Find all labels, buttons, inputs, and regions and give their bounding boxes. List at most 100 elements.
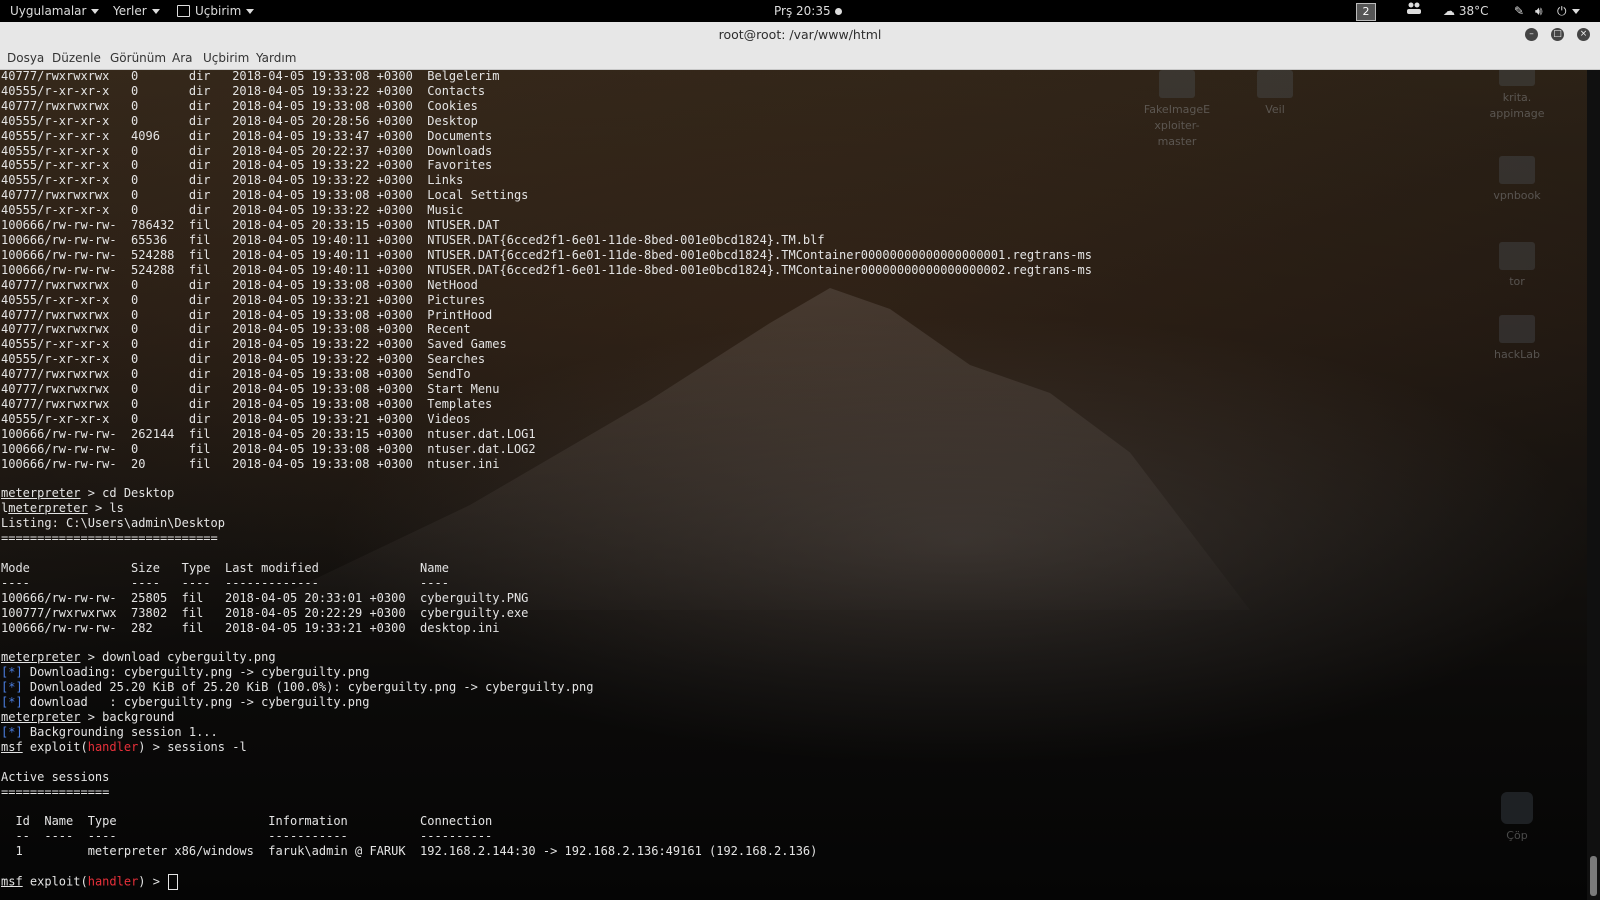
- prompt-text: exploit(: [22, 874, 88, 889]
- scrollbar-thumb[interactable]: [1590, 856, 1597, 896]
- power-icon[interactable]: ⏻: [1557, 0, 1580, 22]
- desktop-icon-label: appimage: [1489, 107, 1545, 120]
- listing-row: 40555/r-xr-xr-x 0 dir 2018-04-05 19:33:2…: [1, 411, 471, 426]
- listing-row: 40555/r-xr-xr-x 4096 dir 2018-04-05 19:3…: [1, 128, 493, 143]
- desktop-icon-label: master: [1157, 135, 1197, 148]
- close-button[interactable]: ×: [1577, 28, 1590, 41]
- listing-row: 40555/r-xr-xr-x 0 dir 2018-04-05 19:33:2…: [1, 337, 507, 352]
- status-text: download : cyberguilty.png -> cyberguilt…: [22, 695, 370, 710]
- status-text: Downloaded 25.20 KiB of 25.20 KiB (100.0…: [22, 680, 594, 695]
- listing-row: 40777/rwxrwxrwx 0 dir 2018-04-05 19:33:0…: [1, 307, 493, 322]
- status-text: Downloading: cyberguilty.png -> cybergui…: [22, 665, 370, 680]
- window-titlebar[interactable]: root@root: /var/www/html – □ ×: [0, 22, 1600, 48]
- desktop-icon-vpnbook[interactable]: vpnbook: [1462, 156, 1572, 204]
- listing-row: 40555/r-xr-xr-x 0 dir 2018-04-05 20:28:5…: [1, 113, 478, 128]
- listing-row: 40777/rwxrwxrwx 0 dir 2018-04-05 19:33:0…: [1, 396, 493, 411]
- table-header: Mode Size Type Last modified Name: [1, 560, 449, 575]
- status-star: [*]: [1, 665, 23, 680]
- module-name: handler: [87, 739, 139, 754]
- session-row: 1 meterpreter x86/windows faruk\admin @ …: [1, 844, 818, 859]
- listing-row: 40777/rwxrwxrwx 0 dir 2018-04-05 19:33:0…: [1, 70, 500, 83]
- places-label: Yerler: [113, 4, 147, 18]
- desktop-icon-label: xploiter-: [1154, 119, 1200, 132]
- applications-menu[interactable]: Uygulamalar: [10, 0, 100, 22]
- listing-row: 40555/r-xr-xr-x 0 dir 2018-04-05 19:33:2…: [1, 173, 464, 188]
- workspace-indicator[interactable]: 2: [1356, 0, 1376, 22]
- menu-terminal[interactable]: Uçbirim: [203, 51, 249, 65]
- table-row: 100666/rw-rw-rw- 25805 fil 2018-04-05 20…: [1, 590, 529, 605]
- desktop-icon-krita[interactable]: krita. appimage: [1462, 70, 1572, 122]
- desktop-icon-label: Veil: [1265, 103, 1285, 116]
- meterpreter-prompt: meterpreter: [1, 650, 81, 665]
- msf-prompt: msf: [1, 874, 23, 889]
- listing-row: 100666/rw-rw-rw- 262144 fil 2018-04-05 2…: [1, 426, 536, 441]
- status-star: [*]: [1, 680, 23, 695]
- table-row: 100777/rwxrwxrwx 73802 fil 2018-04-05 20…: [1, 605, 529, 620]
- terminal-output: 40777/rwxrwxrwx 0 dir 2018-04-05 19:33:0…: [1, 70, 1092, 890]
- terminal-icon: [177, 4, 190, 17]
- listing-row: 40777/rwxrwxrwx 0 dir 2018-04-05 19:33:0…: [1, 367, 471, 382]
- listing-row: 100666/rw-rw-rw- 524288 fil 2018-04-05 1…: [1, 262, 1092, 277]
- file-icon: [1499, 70, 1535, 86]
- listing-row: 100666/rw-rw-rw- 524288 fil 2018-04-05 1…: [1, 247, 1092, 262]
- desktop-icon-tor[interactable]: tor: [1462, 242, 1572, 290]
- pen-tool-icon[interactable]: ✎: [1514, 0, 1524, 22]
- maximize-button[interactable]: □: [1551, 28, 1564, 41]
- sessions-rule: ===============: [1, 784, 110, 799]
- weather-temperature: 38°C: [1458, 4, 1489, 18]
- desktop-icon-label: vpnbook: [1493, 189, 1541, 202]
- volume-icon[interactable]: 🔊︎: [1535, 0, 1543, 22]
- desktop-icon-label: hackLab: [1494, 348, 1540, 361]
- desktop-icon-trash[interactable]: Çöp: [1462, 792, 1572, 844]
- folder-icon: [1257, 70, 1293, 98]
- text-cursor[interactable]: [168, 873, 179, 890]
- terminal-scrollbar[interactable]: [1587, 70, 1600, 900]
- listing-row: 100666/rw-rw-rw- 786432 fil 2018-04-05 2…: [1, 218, 500, 233]
- sessions-title: Active sessions: [1, 769, 110, 784]
- listing-row: 40555/r-xr-xr-x 0 dir 2018-04-05 19:33:2…: [1, 158, 493, 173]
- window-title: root@root: /var/www/html: [718, 27, 882, 42]
- clock[interactable]: Prş 20:35: [774, 0, 842, 22]
- places-menu[interactable]: Yerler: [113, 0, 160, 22]
- listing-row: 40555/r-xr-xr-x 0 dir 2018-04-05 20:22:3…: [1, 143, 493, 158]
- desktop-icon-hacklab[interactable]: hackLab: [1462, 315, 1572, 363]
- menu-view[interactable]: Görünüm: [110, 51, 166, 65]
- listing-row: 40555/r-xr-xr-x 0 dir 2018-04-05 19:33:2…: [1, 83, 486, 98]
- listing-row: 40555/r-xr-xr-x 0 dir 2018-04-05 19:33:2…: [1, 352, 486, 367]
- desktop-icon-fakeimageexploiter[interactable]: FakeImageE xploiter- master: [1122, 70, 1232, 150]
- folder-icon: [1159, 70, 1195, 98]
- chevron-down-icon: [1571, 9, 1580, 14]
- status-star: [*]: [1, 724, 23, 739]
- trash-icon: [1501, 792, 1533, 824]
- menu-help[interactable]: Yardım: [256, 51, 296, 65]
- command-text: > cd Desktop: [80, 486, 175, 501]
- desktop-icon-veil[interactable]: Veil: [1220, 70, 1330, 118]
- desktop-icon-label: krita.: [1502, 91, 1532, 104]
- listing-row: 40777/rwxrwxrwx 0 dir 2018-04-05 19:33:0…: [1, 322, 471, 337]
- applications-label: Uygulamalar: [10, 4, 87, 18]
- top-panel: Uygulamalar Yerler Uçbirim Prş 20:35 2 ☁…: [0, 0, 1600, 22]
- notification-dot-icon: [834, 8, 842, 15]
- listing-row: 100666/rw-rw-rw- 65536 fil 2018-04-05 19…: [1, 232, 825, 247]
- menu-edit[interactable]: Düzenle: [52, 51, 101, 65]
- weather[interactable]: ☁ 38°C: [1443, 0, 1488, 22]
- minimize-button[interactable]: –: [1525, 28, 1538, 41]
- meterpreter-prompt: meterpreter: [1, 486, 81, 501]
- menu-search[interactable]: Ara: [172, 51, 193, 65]
- status-star: [*]: [1, 695, 23, 710]
- desktop-icon-label: tor: [1509, 275, 1525, 288]
- meterpreter-prompt: meterpreter: [8, 501, 88, 516]
- terminal-app-menu[interactable]: Uçbirim: [177, 0, 255, 22]
- users-icon[interactable]: [1406, 0, 1422, 22]
- command-text: > ls: [87, 501, 124, 516]
- menu-file[interactable]: Dosya: [7, 51, 44, 65]
- command-text: ) > sessions -l: [138, 739, 247, 754]
- table-dashes: ---- ---- ---- ------------- ----: [1, 575, 449, 590]
- module-name: handler: [87, 874, 139, 889]
- command-text: > download cyberguilty.png: [80, 650, 276, 665]
- weather-icon: ☁: [1443, 4, 1455, 18]
- terminal-view[interactable]: FakeImageE xploiter- master Veil krita. …: [0, 70, 1587, 900]
- listing-row: 100666/rw-rw-rw- 0 fil 2018-04-05 19:33:…: [1, 441, 536, 456]
- chevron-down-icon: [151, 9, 160, 14]
- prompt-text: ) >: [138, 874, 168, 889]
